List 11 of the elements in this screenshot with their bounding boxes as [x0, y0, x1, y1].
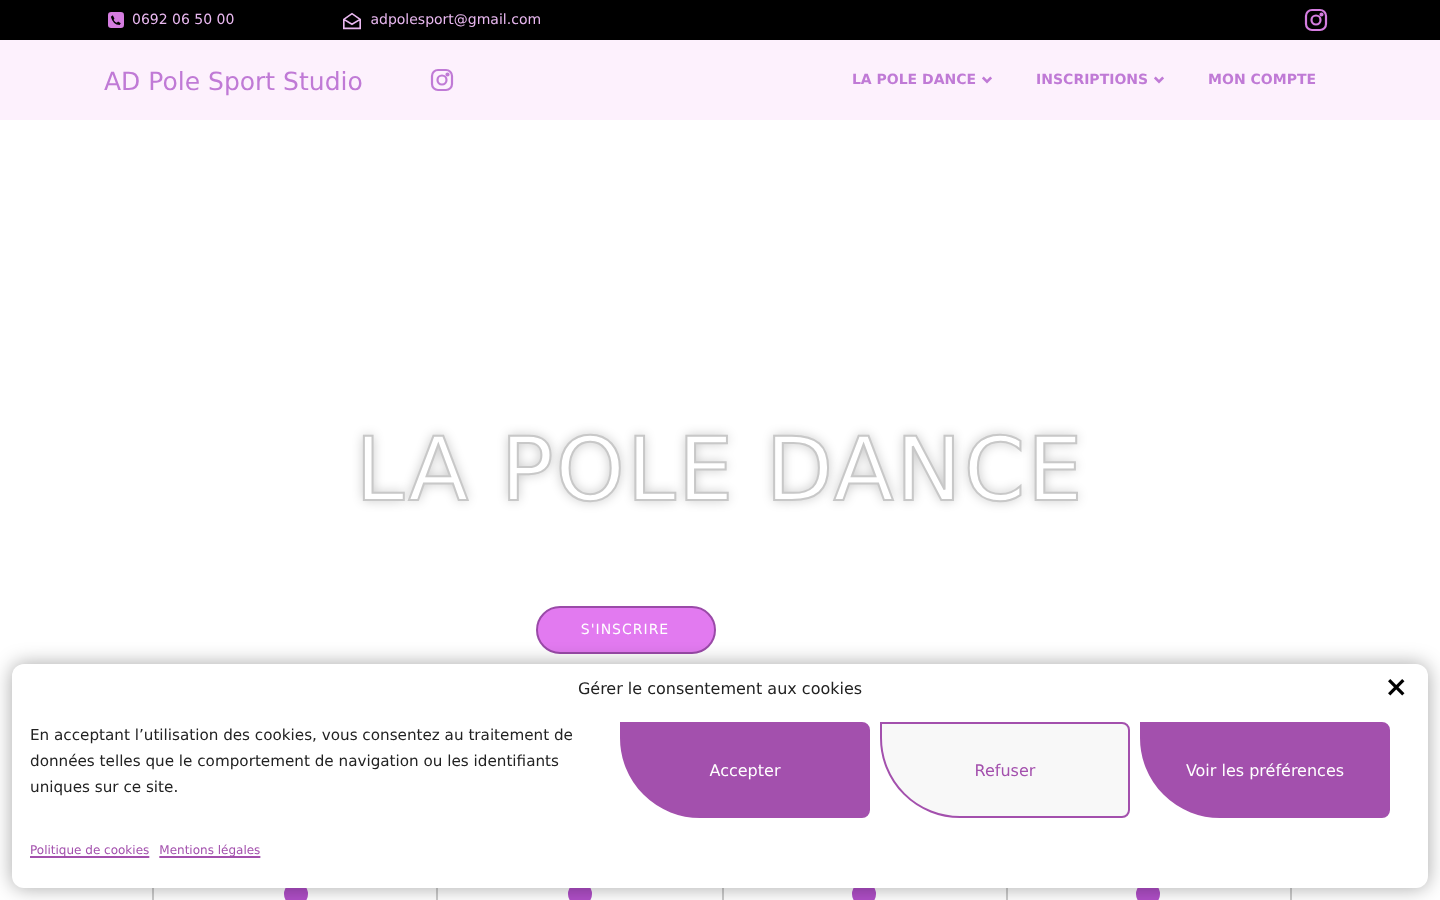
chevron-down-icon [982, 76, 993, 84]
banner-title: Gérer le consentement aux cookies [577, 680, 863, 698]
chevron-down-icon [1154, 76, 1165, 84]
consent-button[interactable]: Refuser [880, 722, 1130, 818]
envelope-icon [342, 11, 363, 29]
phone-icon [108, 12, 124, 28]
consent-button[interactable]: Voir les préférences [1140, 722, 1390, 818]
consent-button[interactable]: Accepter [620, 722, 870, 818]
instagram-icon[interactable] [1304, 8, 1328, 32]
site-logo[interactable]: AD Pole Sport Studio [104, 65, 363, 95]
close-button[interactable]: × [1384, 672, 1408, 704]
